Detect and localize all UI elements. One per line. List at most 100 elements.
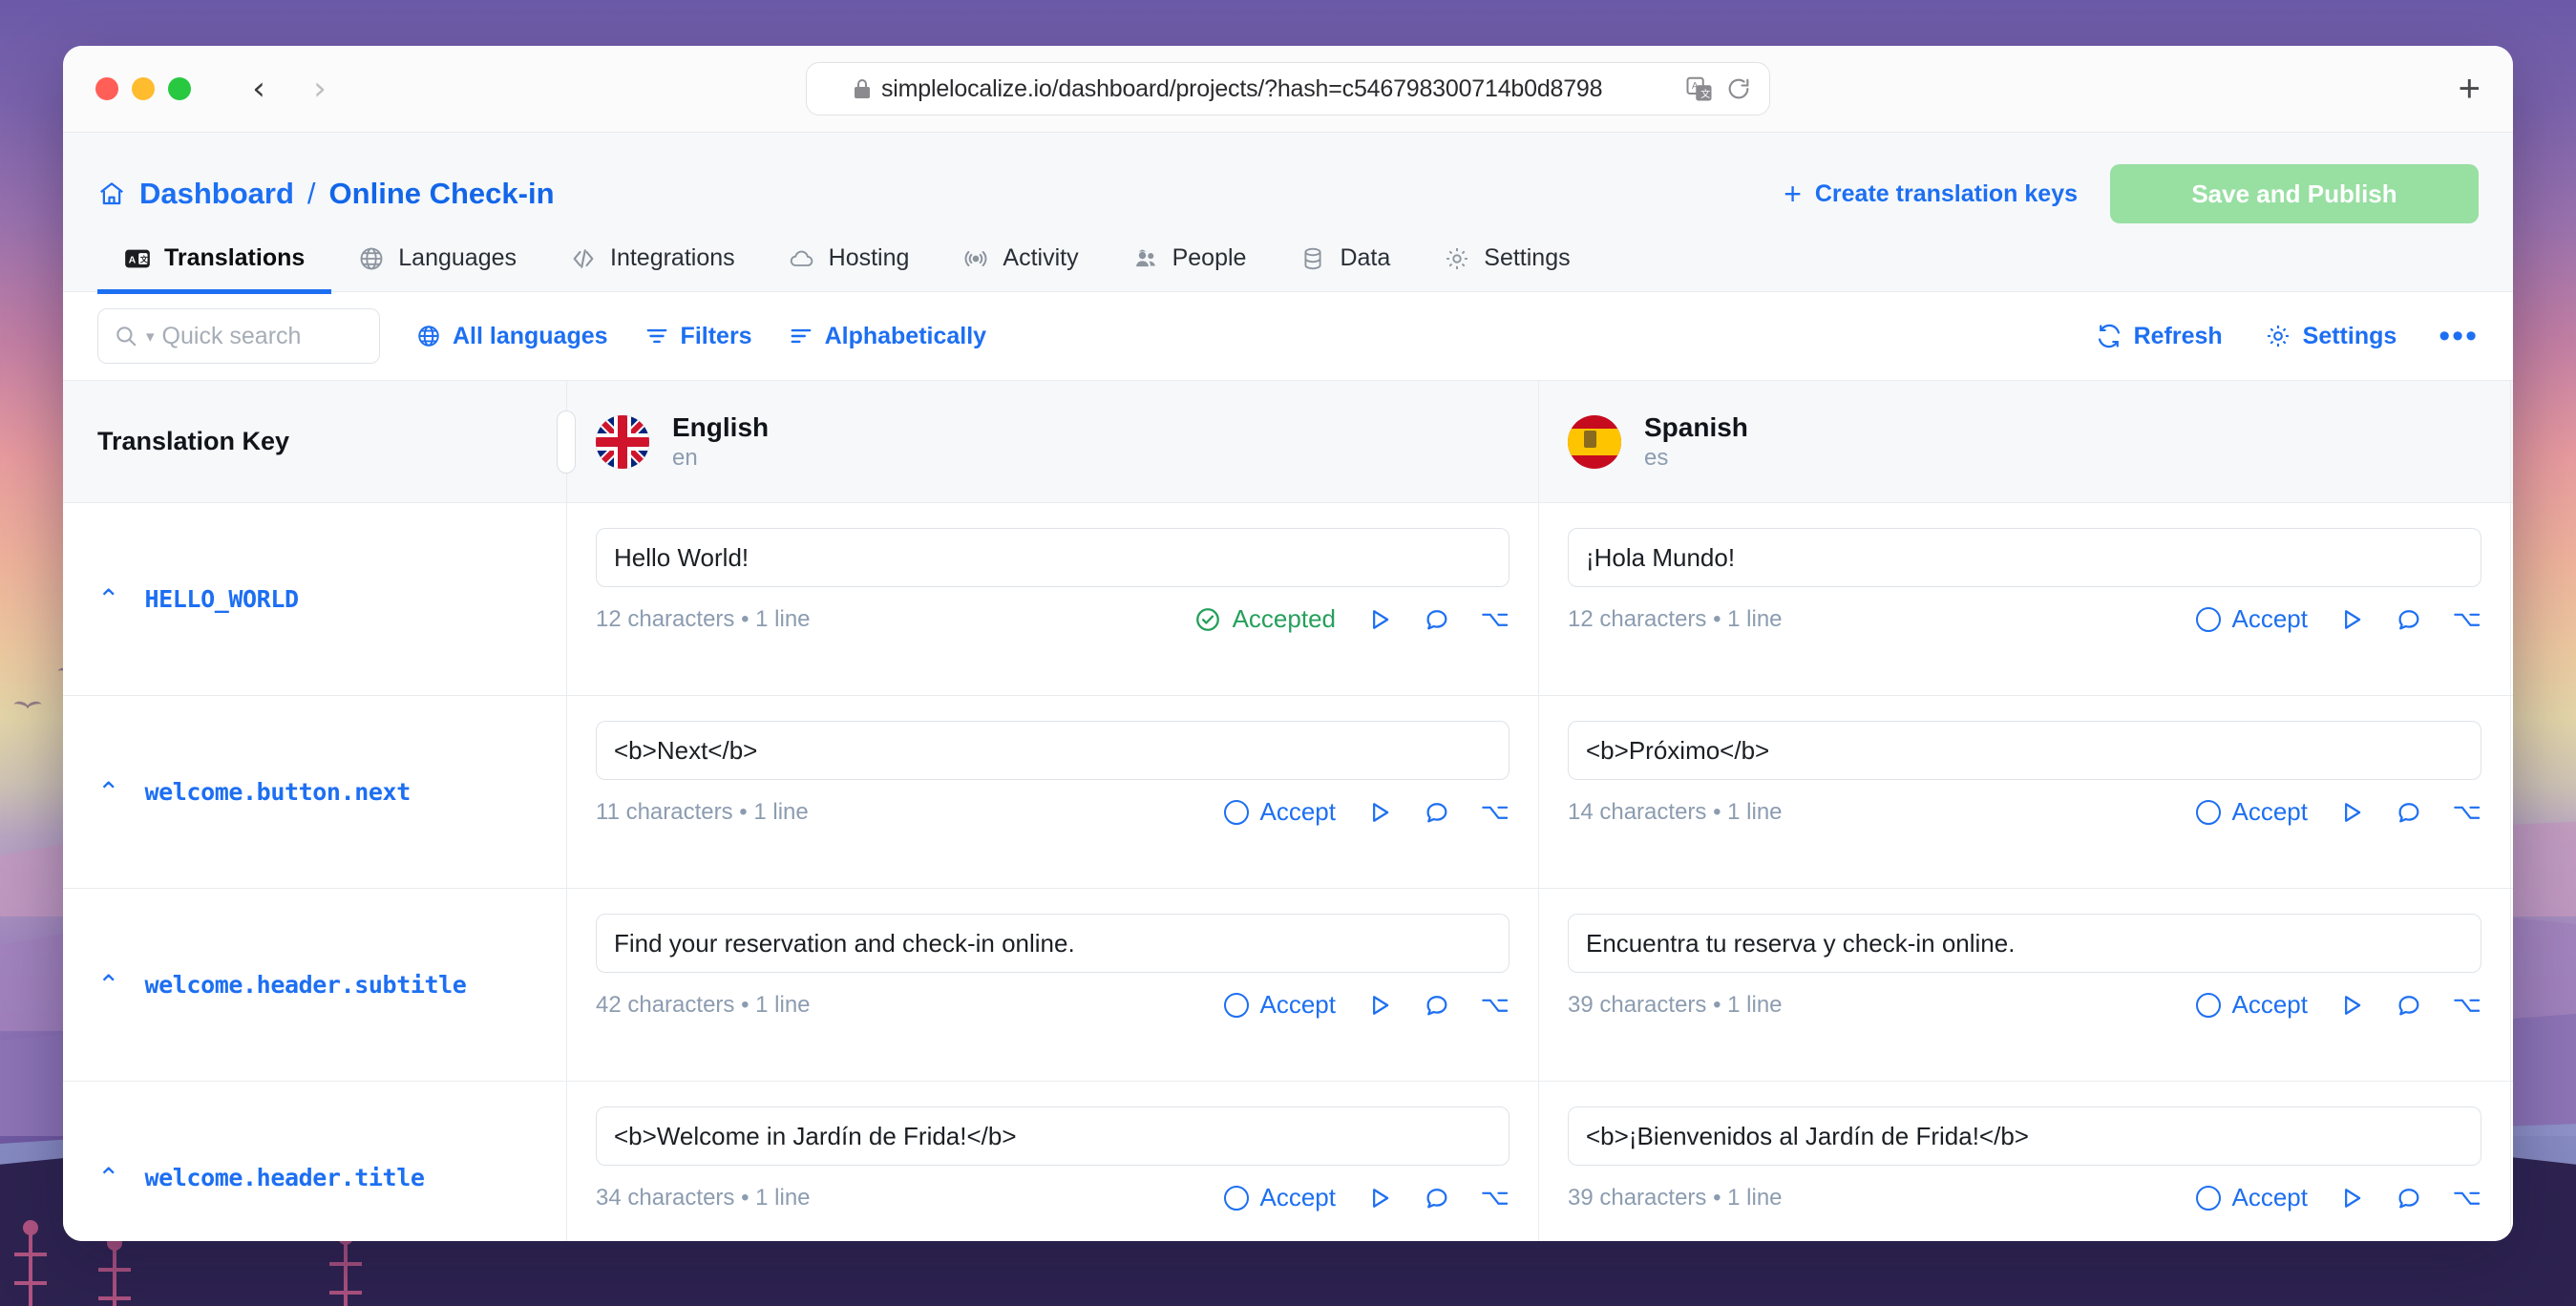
table-settings-button[interactable]: Settings [2265, 323, 2397, 350]
more-options-icon[interactable]: ••• [2439, 320, 2479, 352]
translation-key-cell[interactable]: ⌃ welcome.header.subtitle [63, 889, 567, 1081]
header-actions: + Create translation keys Save and Publi… [1784, 164, 2479, 223]
language-code: es [1644, 445, 1669, 471]
translation-key-label[interactable]: HELLO_WORLD [144, 585, 299, 613]
refresh-button[interactable]: Refresh [2096, 323, 2223, 350]
all-languages-button[interactable]: All languages [416, 323, 608, 350]
tab-activity[interactable]: Activity [936, 244, 1105, 294]
column-resize-handle[interactable] [557, 410, 576, 474]
refresh-icon [2096, 323, 2122, 349]
new-tab-button[interactable]: + [2459, 70, 2481, 108]
translation-input[interactable] [596, 528, 1510, 587]
translation-key-label[interactable]: welcome.header.subtitle [144, 971, 466, 999]
translations-icon: A文 [124, 245, 151, 272]
translate-page-icon[interactable]: A 文 [1685, 74, 1714, 103]
back-icon[interactable]: ‹ [237, 67, 281, 111]
all-languages-label: All languages [453, 322, 608, 349]
comment-icon[interactable] [2396, 606, 2422, 633]
option-key-icon[interactable] [2453, 606, 2481, 633]
accept-button[interactable]: Accept [1223, 1183, 1336, 1212]
option-key-icon[interactable] [2453, 1185, 2481, 1211]
character-count: 14 characters • 1 line [1568, 798, 1783, 825]
sort-icon [789, 324, 813, 348]
svg-text:A: A [129, 254, 137, 265]
maximize-window-button[interactable] [168, 77, 191, 100]
circle-icon [2195, 992, 2221, 1018]
translation-cell-en: 42 characters • 1 line Accept [567, 889, 1539, 1081]
plus-icon: + [1784, 177, 1802, 211]
accept-button[interactable]: Accept [2195, 604, 2308, 634]
translations-table: Translation Key English en Spanish es ⌃ … [63, 381, 2513, 1241]
accept-button[interactable]: Accept [2195, 1183, 2308, 1212]
accept-button[interactable]: Accept [1223, 797, 1336, 827]
chevron-up-icon[interactable]: ⌃ [97, 585, 119, 613]
accept-button[interactable]: Accept [1223, 990, 1336, 1020]
comment-icon[interactable] [2396, 992, 2422, 1019]
chevron-up-icon[interactable]: ⌃ [97, 778, 119, 806]
tab-people[interactable]: People [1106, 244, 1274, 294]
close-window-button[interactable] [95, 77, 118, 100]
address-bar[interactable]: simplelocalize.io/dashboard/projects/?ha… [806, 62, 1770, 116]
tab-integrations[interactable]: Integrations [543, 244, 762, 294]
option-key-icon[interactable] [1481, 1185, 1510, 1211]
comment-icon[interactable] [2396, 1185, 2422, 1211]
translation-cell-en: 34 characters • 1 line Accept [567, 1082, 1539, 1241]
translation-input[interactable] [1568, 914, 2481, 973]
translation-input[interactable] [1568, 721, 2481, 780]
play-icon[interactable] [2338, 1185, 2365, 1211]
translation-input[interactable] [596, 914, 1510, 973]
comment-icon[interactable] [1424, 1185, 1450, 1211]
create-translation-keys-button[interactable]: + Create translation keys [1784, 179, 2078, 209]
filters-button[interactable]: Filters [644, 323, 752, 350]
reload-icon[interactable] [1725, 75, 1752, 102]
accept-button[interactable]: Accept [2195, 990, 2308, 1020]
breadcrumb-dashboard-link[interactable]: Dashboard [139, 177, 294, 211]
option-key-icon[interactable] [2453, 799, 2481, 826]
tab-translations[interactable]: A文 Translations [97, 244, 332, 294]
translation-input[interactable] [596, 721, 1510, 780]
table-header-row: Translation Key English en Spanish es [63, 381, 2513, 503]
home-icon[interactable] [97, 179, 126, 208]
translation-key-cell[interactable]: ⌃ HELLO_WORLD [63, 503, 567, 695]
accept-button[interactable]: Accept [2195, 797, 2308, 827]
comment-icon[interactable] [2396, 799, 2422, 826]
translation-input[interactable] [1568, 528, 2481, 587]
chevron-down-icon[interactable]: ▾ [146, 328, 155, 345]
comment-icon[interactable] [1424, 606, 1450, 633]
comment-icon[interactable] [1424, 992, 1450, 1019]
translation-key-cell[interactable]: ⌃ welcome.button.next [63, 696, 567, 888]
minimize-window-button[interactable] [132, 77, 155, 100]
play-icon[interactable] [1366, 799, 1393, 826]
sort-button[interactable]: Alphabetically [789, 322, 987, 350]
tab-languages[interactable]: Languages [331, 244, 543, 294]
tab-data[interactable]: Data [1273, 244, 1417, 294]
svg-text:文: 文 [140, 254, 149, 263]
play-icon[interactable] [2338, 799, 2365, 826]
option-key-icon[interactable] [1481, 992, 1510, 1019]
translation-key-label[interactable]: welcome.header.title [144, 1164, 424, 1191]
forward-icon[interactable]: › [298, 67, 342, 111]
option-key-icon[interactable] [2453, 992, 2481, 1019]
translation-key-cell[interactable]: ⌃ welcome.header.title [63, 1082, 567, 1241]
breadcrumb-project-name[interactable]: Online Check-in [329, 177, 555, 211]
play-icon[interactable] [1366, 606, 1393, 633]
translation-input[interactable] [596, 1106, 1510, 1166]
option-key-icon[interactable] [1481, 606, 1510, 633]
accepted-label: Accepted [1232, 604, 1336, 633]
save-and-publish-button[interactable]: Save and Publish [2110, 164, 2479, 223]
accepted-status[interactable]: Accepted [1194, 604, 1336, 634]
play-icon[interactable] [2338, 606, 2365, 633]
tab-hosting[interactable]: Hosting [762, 244, 937, 294]
search-box[interactable]: ▾ [97, 308, 470, 364]
sort-label: Alphabetically [824, 322, 987, 349]
option-key-icon[interactable] [1481, 799, 1510, 826]
play-icon[interactable] [2338, 992, 2365, 1019]
translation-input[interactable] [1568, 1106, 2481, 1166]
chevron-up-icon[interactable]: ⌃ [97, 971, 119, 999]
translation-key-label[interactable]: welcome.button.next [144, 778, 411, 806]
chevron-up-icon[interactable]: ⌃ [97, 1164, 119, 1191]
play-icon[interactable] [1366, 992, 1393, 1019]
tab-settings[interactable]: Settings [1417, 244, 1596, 294]
comment-icon[interactable] [1424, 799, 1450, 826]
play-icon[interactable] [1366, 1185, 1393, 1211]
